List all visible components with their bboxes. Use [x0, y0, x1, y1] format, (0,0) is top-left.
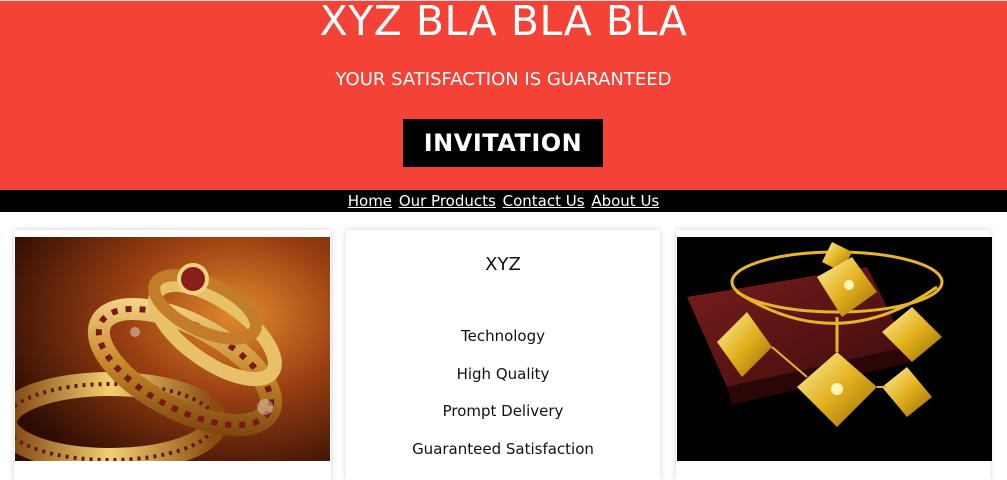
site-title: XYZ BLA BLA BLA — [319, 0, 688, 45]
invitation-button[interactable]: INVITATION — [403, 119, 603, 167]
features-title: XYZ — [485, 254, 521, 275]
nav-link-contact-us[interactable]: Contact Us — [503, 192, 585, 210]
nav-link-about-us[interactable]: About Us — [591, 192, 659, 210]
product-card-necklace — [676, 230, 992, 480]
hero-banner: XYZ BLA BLA BLA YOUR SATISFACTION IS GUA… — [0, 0, 1007, 190]
nav-link-home[interactable]: Home — [348, 192, 392, 210]
features-list: Technology High Quality Prompt Delivery … — [346, 325, 660, 475]
feature-item: High Quality — [456, 364, 550, 383]
nav-link-our-products[interactable]: Our Products — [399, 192, 496, 210]
feature-item: Technology — [460, 327, 546, 345]
bangles-image — [15, 237, 330, 461]
product-card-bangles — [14, 230, 331, 480]
necklace-set-image — [677, 237, 992, 461]
feature-item: Guaranteed Satisfaction — [412, 439, 594, 458]
features-card: XYZ Technology High Quality Prompt Deliv… — [346, 230, 660, 480]
tagline: YOUR SATISFACTION IS GUARANTEED — [335, 69, 672, 90]
main-nav: Home Our Products Contact Us About Us — [0, 190, 1007, 212]
feature-item: Prompt Delivery — [442, 402, 564, 420]
